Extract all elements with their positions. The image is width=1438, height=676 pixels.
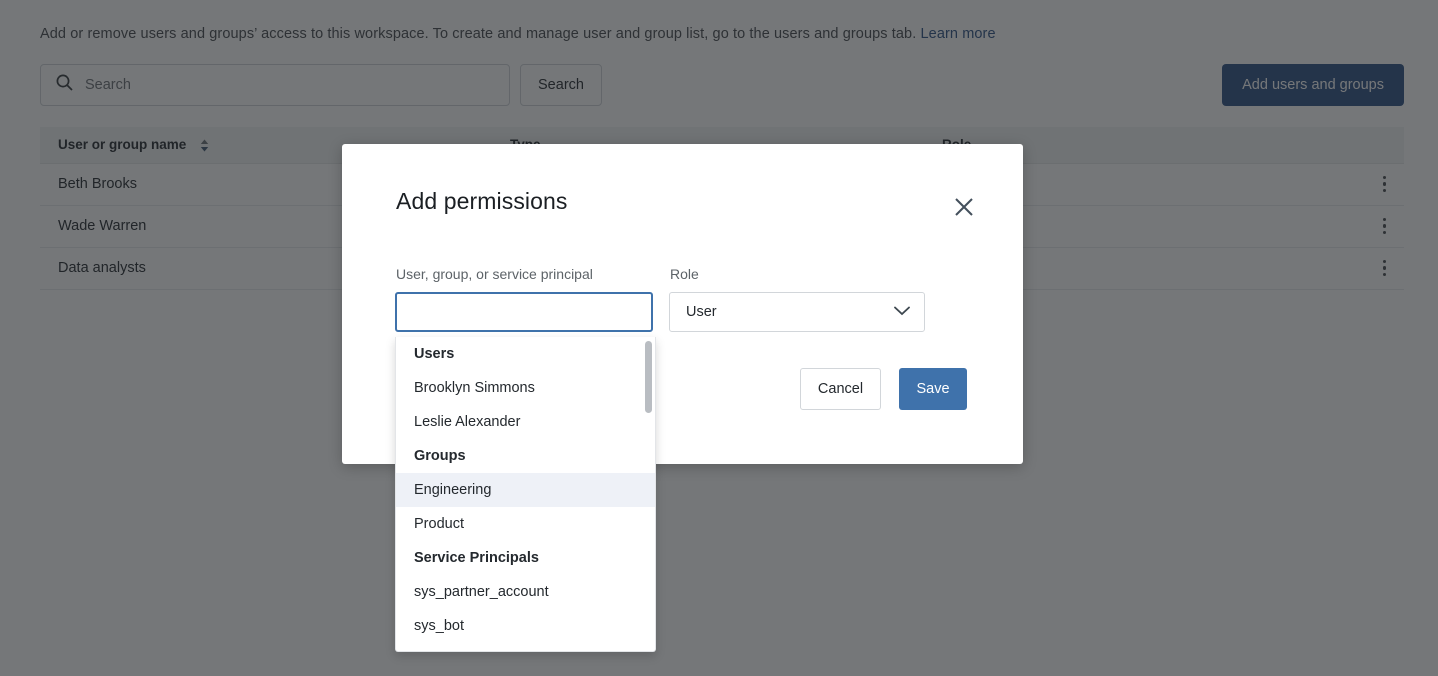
suggestion-group-header: Users (396, 337, 655, 371)
suggestion-item[interactable]: sys_partner_account (396, 575, 655, 609)
role-field-label: Role (670, 266, 699, 282)
suggestion-item[interactable]: Brooklyn Simmons (396, 371, 655, 405)
dialog-title: Add permissions (396, 188, 568, 215)
principal-suggestions-dropdown[interactable]: UsersBrooklyn SimmonsLeslie AlexanderGro… (395, 337, 656, 652)
principal-input[interactable] (395, 292, 653, 332)
suggestion-group-header: Groups (396, 439, 655, 473)
cancel-button[interactable]: Cancel (800, 368, 881, 410)
suggestion-item[interactable]: Product (396, 507, 655, 541)
suggestion-item[interactable]: Leslie Alexander (396, 405, 655, 439)
suggestion-item[interactable]: sys_bot (396, 609, 655, 643)
suggestion-item[interactable]: Engineering (396, 473, 655, 507)
role-select[interactable]: User (669, 292, 925, 332)
chevron-down-icon (894, 303, 910, 321)
dialog-actions: Cancel Save (800, 368, 967, 410)
close-icon[interactable] (951, 194, 977, 220)
save-button[interactable]: Save (899, 368, 967, 410)
suggestion-list: UsersBrooklyn SimmonsLeslie AlexanderGro… (396, 337, 655, 643)
role-select-value: User (686, 304, 717, 320)
suggestion-group-header: Service Principals (396, 541, 655, 575)
principal-field-label: User, group, or service principal (396, 266, 593, 282)
vertical-scrollbar[interactable] (645, 341, 652, 413)
